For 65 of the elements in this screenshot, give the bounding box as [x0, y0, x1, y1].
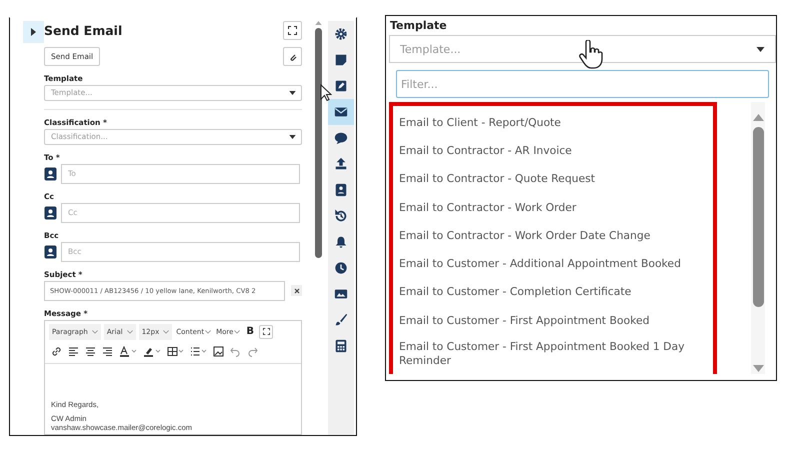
- undo-icon[interactable]: [230, 346, 241, 357]
- chat-bubble-icon: [334, 131, 348, 145]
- address-book-icon[interactable]: [44, 166, 57, 181]
- template-option[interactable]: Email to Customer - Additional Appointment Booked: [399, 249, 681, 278]
- template-option[interactable]: Email to Contractor - Work Order Date Change: [399, 221, 650, 250]
- gear-icon: [334, 27, 348, 41]
- chevron-down-icon: [234, 330, 240, 334]
- image-icon: [334, 287, 348, 301]
- template-option[interactable]: Email to Contractor - Quote Request: [399, 164, 596, 193]
- highlight-icon[interactable]: [143, 346, 161, 357]
- redo-icon[interactable]: [247, 346, 258, 357]
- align-right-icon[interactable]: [102, 346, 113, 357]
- bell-icon: [334, 235, 348, 249]
- play-icon: [31, 28, 36, 36]
- scroll-down-icon[interactable]: [752, 365, 764, 372]
- fullscreen-icon: [288, 26, 297, 35]
- scrollbar-thumb[interactable]: [752, 127, 764, 307]
- fullscreen-icon: [262, 328, 270, 336]
- text-color-icon[interactable]: [119, 346, 137, 357]
- align-center-icon[interactable]: [85, 346, 96, 357]
- mouse-pointer-icon: [320, 84, 332, 102]
- fullscreen-button[interactable]: [259, 324, 274, 339]
- chevron-down-icon: [163, 330, 170, 334]
- fullscreen-button[interactable]: [283, 21, 302, 40]
- caret-icon: [289, 134, 296, 139]
- template-option[interactable]: Email to Client - Report/Quote: [399, 108, 561, 136]
- filter-field[interactable]: Filter...: [396, 70, 769, 98]
- clock-icon: [334, 261, 348, 275]
- scrollbar-thumb[interactable]: [314, 28, 322, 258]
- pencil-icon: [334, 79, 348, 93]
- bold-button[interactable]: B: [244, 326, 256, 338]
- expand-toggle-button[interactable]: [23, 21, 44, 43]
- envelope-icon: [334, 105, 348, 119]
- brush-icon: [334, 313, 348, 327]
- address-book-icon[interactable]: [44, 206, 57, 220]
- contact-card-icon: [334, 183, 348, 197]
- history-icon: [334, 209, 348, 223]
- sidebar-button[interactable]: [328, 99, 354, 125]
- close-icon: [294, 288, 300, 294]
- address-book-icon[interactable]: [44, 244, 57, 259]
- field-label: Template: [390, 19, 448, 32]
- table-icon[interactable]: [167, 346, 184, 357]
- chevron-down-icon: [92, 330, 98, 334]
- template-option[interactable]: Email to Contractor - AR Invoice: [399, 136, 572, 165]
- image-icon[interactable]: [213, 346, 224, 357]
- sticky-note-icon: [334, 53, 348, 67]
- template-option[interactable]: Email to Contractor - Work Order: [399, 192, 576, 222]
- caret-icon: [289, 90, 296, 95]
- template-option[interactable]: Email to Customer - Completion Certificate: [399, 278, 632, 306]
- link-icon[interactable]: [51, 346, 62, 357]
- caret-icon: [756, 46, 765, 52]
- scroll-up-icon[interactable]: [752, 114, 764, 121]
- chevron-down-icon: [126, 330, 133, 334]
- chevron-down-icon: [205, 330, 212, 334]
- list-icon[interactable]: [190, 346, 207, 357]
- template-option[interactable]: Email to Customer - First Appointment Booked 1 Day Reminder: [399, 334, 699, 368]
- panel-title: Send Email: [44, 23, 122, 38]
- paperclip-icon: [288, 52, 296, 60]
- clear-button[interactable]: [291, 285, 302, 296]
- attach-button[interactable]: [283, 47, 302, 66]
- align-left-icon[interactable]: [68, 346, 79, 357]
- calculator-icon: [334, 339, 348, 353]
- upload-icon: [334, 157, 348, 171]
- template-option[interactable]: Email to Customer - First Appointment Booked: [399, 306, 650, 334]
- hand-pointer-icon: [578, 40, 604, 70]
